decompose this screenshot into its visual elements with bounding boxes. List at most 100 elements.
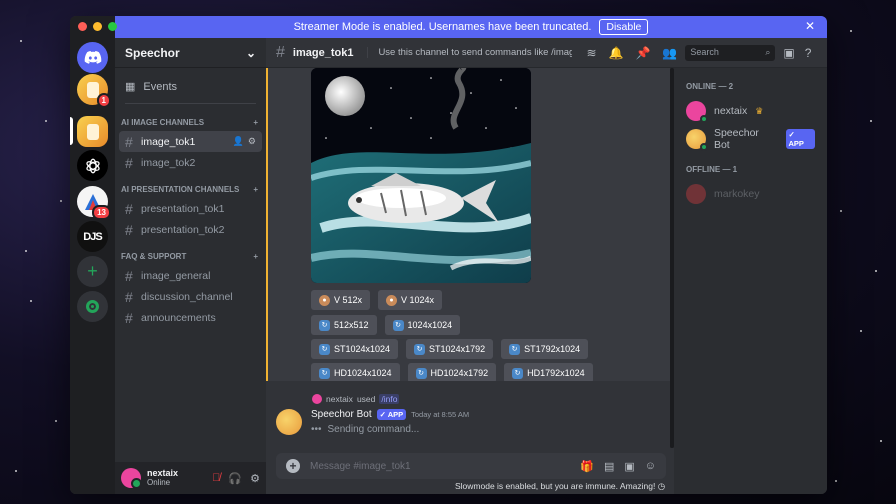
inbox-icon[interactable]: ▣ bbox=[783, 46, 794, 60]
star bbox=[860, 330, 862, 332]
category-faq-support[interactable]: FAQ & SUPPORT + bbox=[119, 246, 262, 265]
bot-author-name[interactable]: Speechor Bot bbox=[311, 409, 372, 420]
openai-server-icon[interactable] bbox=[77, 150, 108, 181]
emoji-icon[interactable]: ☺ bbox=[645, 460, 656, 473]
command-mention[interactable]: /info bbox=[379, 394, 400, 404]
gear-icon[interactable]: ⚙ bbox=[250, 472, 260, 485]
button-label: 512x512 bbox=[334, 320, 369, 330]
variation-512-button[interactable]: ● V 512x bbox=[311, 290, 371, 310]
channel-sidebar: Speechor ⌄ ▦ Events AI IMAGE CHANNELS + … bbox=[115, 38, 266, 494]
channel-discussion[interactable]: # discussion_channel bbox=[119, 286, 262, 307]
member-nextaix[interactable]: nextaix ♛ bbox=[686, 97, 815, 125]
events-item[interactable]: ▦ Events bbox=[119, 74, 262, 99]
gear-icon[interactable]: ⚙ bbox=[248, 136, 256, 147]
size-1024x1024-button[interactable]: ↻ 1024x1024 bbox=[384, 315, 461, 335]
deafened-headphones-icon[interactable]: 🎧 bbox=[228, 472, 242, 485]
channel-topic[interactable]: Use this channel to send commands like /… bbox=[367, 47, 572, 58]
online-status bbox=[699, 143, 708, 151]
djs-server-icon[interactable]: DJS bbox=[77, 221, 108, 252]
sticker-icon[interactable]: ▣ bbox=[624, 460, 634, 473]
message-timestamp: Today at 8:55 AM bbox=[411, 410, 470, 419]
category-label: AI IMAGE CHANNELS bbox=[121, 118, 205, 127]
command-reply-context[interactable]: nextaix used /info bbox=[312, 394, 400, 404]
star bbox=[60, 200, 62, 202]
bell-icon[interactable]: 🔔 bbox=[609, 46, 624, 60]
star bbox=[20, 40, 22, 42]
avatar[interactable] bbox=[121, 468, 142, 489]
avatar[interactable] bbox=[276, 409, 302, 435]
gift-icon[interactable]: 🎁 bbox=[580, 460, 594, 473]
server-icon-4[interactable]: 13 bbox=[77, 186, 111, 220]
member-name: Speechor Bot bbox=[713, 127, 759, 151]
member-markokey[interactable]: markokey bbox=[686, 180, 815, 208]
star bbox=[30, 300, 32, 302]
add-channel-icon[interactable]: + bbox=[253, 118, 258, 127]
discord-window: 1 13 DJS + Streamer Mode is enabled. Use… bbox=[70, 16, 827, 494]
bot-message-body: ••• Sending command... bbox=[311, 424, 419, 435]
channel-presentation-tok1[interactable]: # presentation_tok1 bbox=[119, 198, 262, 219]
add-server-icon[interactable]: + bbox=[77, 256, 108, 287]
palette-icon: ● bbox=[319, 294, 330, 306]
add-channel-icon[interactable]: + bbox=[253, 252, 258, 261]
refresh-icon: ↻ bbox=[415, 367, 427, 379]
attach-plus-icon[interactable]: + bbox=[286, 459, 300, 473]
hash-icon: # bbox=[125, 267, 133, 284]
server-icon-speechor[interactable] bbox=[77, 116, 108, 147]
search-input[interactable]: Search ⌕ bbox=[685, 44, 776, 61]
discover-compass-icon[interactable] bbox=[77, 291, 108, 322]
add-channel-icon[interactable]: + bbox=[253, 185, 258, 194]
minimize-window-button[interactable] bbox=[93, 22, 102, 31]
message-text: Sending command... bbox=[327, 424, 420, 435]
hd1024x1792-button[interactable]: ↻ HD1024x1792 bbox=[407, 363, 497, 381]
reply-user: nextaix bbox=[326, 394, 353, 404]
st1024x1792-button[interactable]: ↻ ST1024x1792 bbox=[406, 339, 494, 359]
refresh-icon: ↻ bbox=[319, 319, 330, 331]
server-label: DJS bbox=[83, 230, 102, 243]
clock-icon: ◷ bbox=[657, 481, 666, 491]
app-badge: ✓ APP bbox=[376, 409, 407, 420]
gif-icon[interactable]: ▤ bbox=[604, 460, 614, 473]
message-composer[interactable]: + Message #image_tok1 🎁 ▤ ▣ ☺ bbox=[276, 453, 666, 479]
app-badge-label: APP bbox=[788, 139, 804, 148]
st1024x1024-button[interactable]: ↻ ST1024x1024 bbox=[311, 339, 399, 359]
star bbox=[25, 250, 27, 252]
channel-presentation-tok2[interactable]: # presentation_tok2 bbox=[119, 219, 262, 240]
category-ai-presentation[interactable]: AI PRESENTATION CHANNELS + bbox=[119, 179, 262, 198]
category-label: FAQ & SUPPORT bbox=[121, 252, 187, 261]
hd1792x1024-button[interactable]: ↻ HD1792x1024 bbox=[504, 363, 593, 381]
channel-image-tok1[interactable]: # image_tok1 👤 ⚙ bbox=[119, 131, 262, 152]
offline-header: OFFLINE — 1 bbox=[686, 165, 738, 174]
channel-image-general[interactable]: # image_general bbox=[119, 265, 262, 286]
star bbox=[880, 440, 882, 442]
button-label: ST1024x1792 bbox=[429, 344, 486, 354]
slowmode-notice: Slowmode is enabled, but you are immune.… bbox=[455, 481, 665, 492]
disable-streamer-button[interactable]: Disable bbox=[599, 19, 649, 35]
generated-image[interactable] bbox=[311, 68, 531, 283]
threads-icon[interactable]: ≋ bbox=[586, 46, 596, 60]
pin-icon[interactable]: 📌 bbox=[635, 46, 650, 60]
st1792x1024-button[interactable]: ↻ ST1792x1024 bbox=[501, 339, 589, 359]
server-icon-1[interactable]: 1 bbox=[77, 74, 111, 108]
close-banner-icon[interactable]: ✕ bbox=[805, 19, 815, 33]
home-discord-icon[interactable] bbox=[77, 42, 108, 73]
variation-1024-button[interactable]: ● V 1024x bbox=[378, 290, 443, 310]
button-label: HD1024x1792 bbox=[430, 368, 489, 378]
invite-icon[interactable]: 👤 bbox=[233, 136, 244, 147]
online-header: ONLINE — 2 bbox=[686, 82, 734, 91]
maximize-window-button[interactable] bbox=[108, 22, 117, 31]
member-speechor-bot[interactable]: Speechor Bot ✓ APP bbox=[686, 125, 815, 153]
close-window-button[interactable] bbox=[78, 22, 87, 31]
server-header[interactable]: Speechor ⌄ bbox=[115, 38, 266, 68]
size-512x512-button[interactable]: ↻ 512x512 bbox=[311, 315, 377, 335]
member-list: ONLINE — 2 nextaix ♛ Speechor Bot ✓ APP … bbox=[674, 68, 827, 494]
button-label: HD1024x1024 bbox=[334, 368, 392, 378]
channel-image-tok2[interactable]: # image_tok2 bbox=[119, 152, 262, 173]
category-ai-image[interactable]: AI IMAGE CHANNELS + bbox=[119, 112, 262, 131]
hd1024x1024-button[interactable]: ↻ HD1024x1024 bbox=[311, 363, 400, 381]
button-label: HD1792x1024 bbox=[527, 368, 585, 378]
muted-mic-icon[interactable]: 🎙̸ bbox=[212, 472, 220, 485]
channel-label: image_tok1 bbox=[141, 135, 196, 148]
help-icon[interactable]: ? bbox=[805, 46, 812, 60]
members-icon[interactable]: 👥 bbox=[662, 46, 677, 60]
channel-announcements[interactable]: # announcements bbox=[119, 307, 262, 328]
